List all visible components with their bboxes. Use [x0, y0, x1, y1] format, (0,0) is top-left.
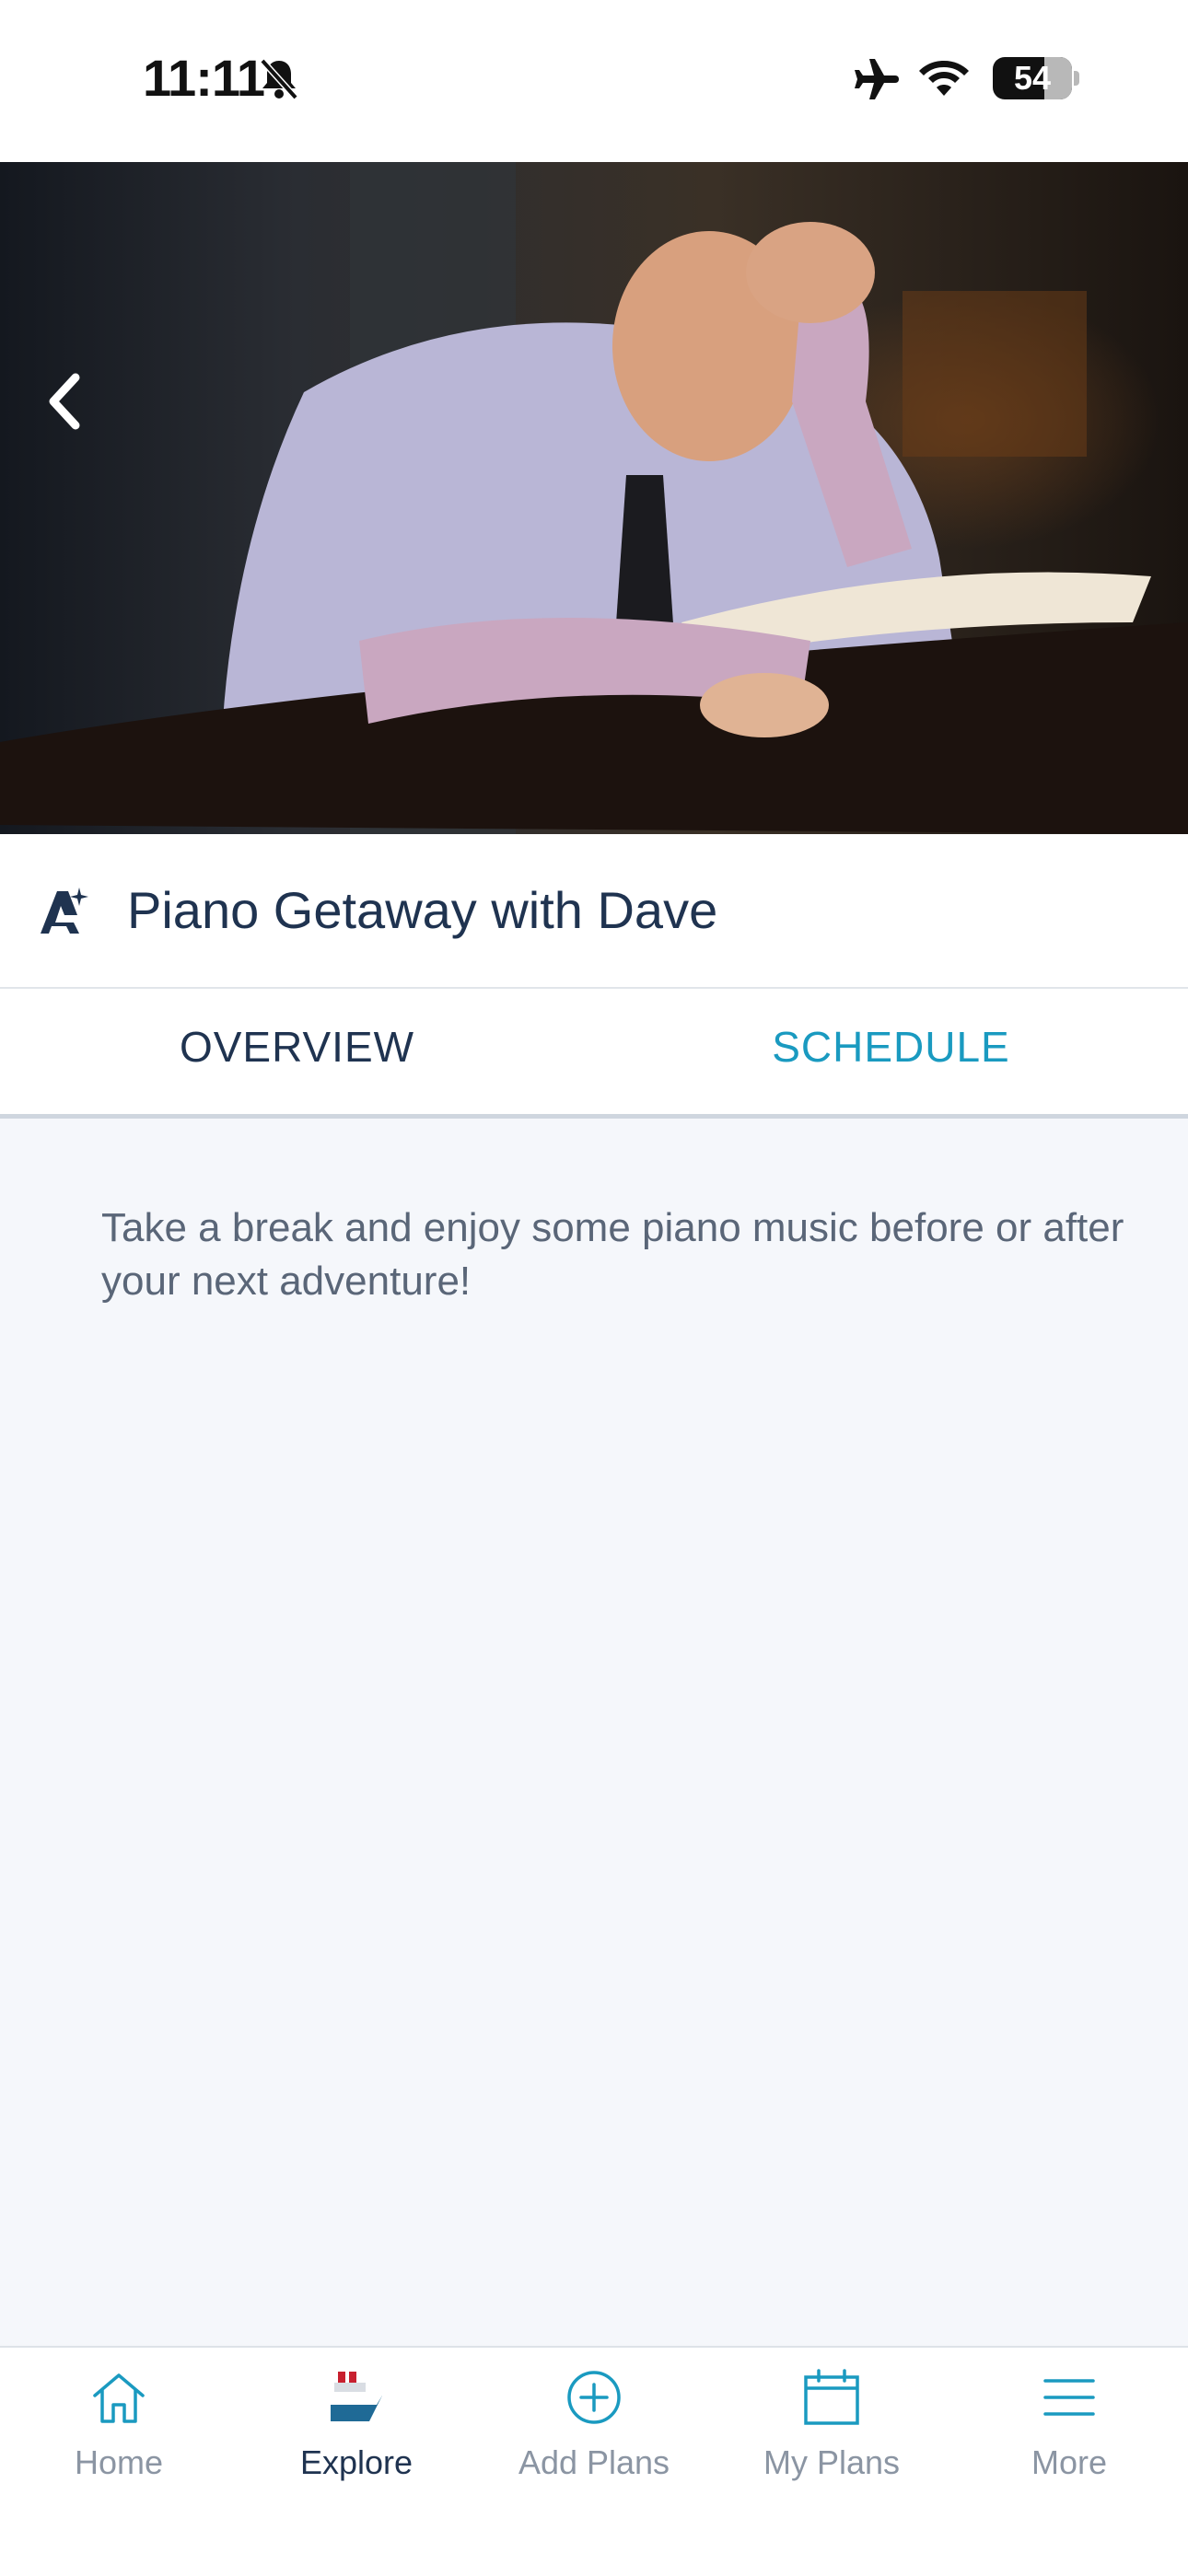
tab-overview[interactable]: OVERVIEW [0, 1022, 594, 1072]
event-title: Piano Getaway with Dave [127, 881, 718, 939]
event-header: Piano Getaway with Dave [0, 834, 1188, 989]
event-description: Take a break and enjoy some piano music … [101, 1205, 1124, 1304]
plus-circle-icon [567, 2371, 621, 2424]
status-bar: 11:11 54 [0, 0, 1188, 162]
nav-explore[interactable]: Explore [238, 2348, 475, 2576]
menu-icon [1043, 2379, 1095, 2416]
battery-indicator: 54 [993, 57, 1072, 99]
nav-my-plans[interactable]: My Plans [713, 2348, 950, 2576]
back-button[interactable] [37, 365, 92, 438]
nav-home[interactable]: Home [0, 2348, 238, 2576]
tab-bar: OVERVIEW SCHEDULE [0, 989, 1188, 1119]
wifi-icon [919, 61, 969, 96]
pianist-photo [0, 162, 1188, 834]
airplane-icon [855, 59, 899, 99]
entertainment-icon [41, 888, 88, 934]
hero-image [0, 162, 1188, 834]
ship-icon [331, 2372, 382, 2421]
battery-tip [1074, 71, 1079, 86]
nav-add-plans[interactable]: Add Plans [475, 2348, 713, 2576]
tab-schedule[interactable]: SCHEDULE [594, 1022, 1188, 1072]
bottom-nav: Home Explore Add Plans My Plans More [0, 2346, 1188, 2576]
calendar-icon [804, 2369, 859, 2425]
bell-muted-icon [260, 58, 298, 99]
home-icon [93, 2373, 145, 2423]
status-time: 11:11 [143, 49, 265, 107]
nav-more[interactable]: More [950, 2348, 1188, 2576]
